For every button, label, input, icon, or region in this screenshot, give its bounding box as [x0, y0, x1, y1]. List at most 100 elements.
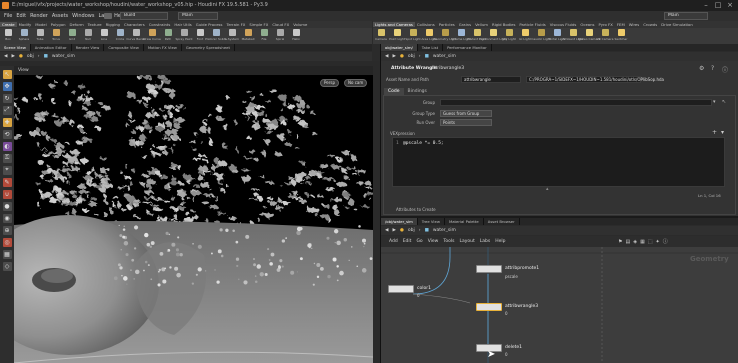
left-pane-tab-1[interactable]: Animation Editor: [31, 44, 72, 51]
home-icon[interactable]: [104, 13, 112, 19]
vex-menu-icon[interactable]: ▾: [721, 129, 724, 136]
paint-icon[interactable]: ●: [2, 201, 12, 211]
path-obj[interactable]: obj: [27, 54, 34, 59]
run-over-menu[interactable]: Points: [440, 119, 492, 126]
net-tool-icon-1[interactable]: ⚑: [618, 239, 622, 245]
left-shelf-tab-1[interactable]: Modify: [17, 22, 34, 27]
left-pane-tab-3[interactable]: Composite View: [104, 44, 144, 51]
minimize-icon[interactable]: –: [700, 1, 712, 10]
net-tool-icon-4[interactable]: ▦: [640, 239, 645, 245]
left-shelf-tab-9[interactable]: Hair Utils: [172, 22, 193, 27]
net-forward-icon[interactable]: ▶: [392, 228, 395, 233]
network-menu-4[interactable]: Tools: [443, 239, 454, 244]
right-shelf-tab-5[interactable]: Rigid Bodies: [490, 22, 517, 27]
network-pane-tab-1[interactable]: Tree View: [418, 218, 445, 225]
left-shelf-tab-6[interactable]: Rigging: [104, 22, 122, 27]
left-shelf-tool-15[interactable]: Metaball: [241, 29, 255, 41]
network-menu-5[interactable]: Layout: [459, 239, 474, 244]
vex-code-editor[interactable]: 1 @pscale *= 0.5;: [392, 137, 725, 187]
context-combo[interactable]: Main: [178, 12, 218, 20]
right-shelf-tab-2[interactable]: Particles: [437, 22, 457, 27]
left-shelf-tab-4[interactable]: Deform: [68, 22, 86, 27]
group-type-menu[interactable]: Guess from Group: [440, 110, 492, 117]
left-shelf-tab-12[interactable]: Simple FX: [247, 22, 270, 27]
close-icon[interactable]: ×: [724, 1, 736, 10]
render-region-icon[interactable]: ◎: [2, 237, 12, 247]
node-attribpromote1[interactable]: [476, 265, 502, 273]
path-water-sim[interactable]: water_sim: [52, 54, 75, 59]
network-menu-3[interactable]: View: [428, 239, 439, 244]
left-shelf-tab-14[interactable]: Volume: [291, 22, 309, 27]
transform-icon[interactable]: ✥: [2, 81, 12, 91]
right-shelf-tool-9[interactable]: GI Light: [518, 29, 532, 41]
right-shelf-tab-8[interactable]: Oceans: [578, 22, 596, 27]
right-desktop-combo[interactable]: Main: [664, 12, 708, 20]
handle-icon[interactable]: ✚: [2, 117, 12, 127]
maximize-icon[interactable]: □: [712, 1, 724, 10]
left-shelf-tab-13[interactable]: Cloud FX: [270, 22, 291, 27]
menu-windows[interactable]: Windows: [72, 13, 94, 19]
network-editor[interactable]: Geometry attribpromote1 pscale color1 0 …: [380, 247, 738, 363]
right-shelf-tab-6[interactable]: Particle Fluids: [517, 22, 547, 27]
lock-icon[interactable]: ⚿: [2, 153, 12, 163]
node-attribwrangle3[interactable]: [476, 303, 502, 311]
param-forward-icon[interactable]: ▶: [392, 54, 395, 59]
left-shelf-tool-2[interactable]: Tube: [33, 29, 47, 41]
right-shelf-tool-4[interactable]: Geometry Light: [433, 29, 457, 41]
left-shelf-tool-16[interactable]: File: [257, 29, 271, 41]
network-menu-2[interactable]: Go: [416, 239, 422, 244]
right-shelf-tool-5[interactable]: Volume Light: [451, 29, 471, 41]
net-path-obj[interactable]: obj: [408, 228, 415, 233]
left-shelf-tool-6[interactable]: Line: [97, 29, 111, 41]
param-path-water-sim[interactable]: water_sim: [433, 54, 456, 59]
left-shelf-tab-0[interactable]: Create: [0, 22, 17, 27]
net-path-water-sim[interactable]: water_sim: [433, 228, 456, 233]
right-shelf-tab-4[interactable]: Vellum: [473, 22, 490, 27]
network-menu-1[interactable]: Edit: [403, 239, 412, 244]
scale-icon[interactable]: ⤢: [2, 105, 12, 115]
network-menu-6[interactable]: Labs: [480, 239, 490, 244]
left-pane-tab-5[interactable]: Geometry Spreadsheet: [182, 44, 235, 51]
sel-modes-icon[interactable]: ▦: [2, 249, 12, 259]
net-tool-icon-5[interactable]: ⬚: [648, 239, 653, 245]
left-shelf-tool-17[interactable]: Spiral: [273, 29, 287, 41]
left-shelf-tool-3[interactable]: Torus: [49, 29, 63, 41]
visibility-icon[interactable]: ◉: [2, 213, 12, 223]
right-shelf-tool-1[interactable]: Point Light: [389, 29, 405, 41]
select-icon[interactable]: ↖: [2, 69, 12, 79]
right-shelf-tab-3[interactable]: Grains: [457, 22, 473, 27]
right-shelf-tab-7[interactable]: Viscous Fluids: [548, 22, 579, 27]
pose-icon[interactable]: ⟲: [2, 129, 12, 139]
menu-edit[interactable]: Edit: [16, 13, 26, 19]
gear-icon[interactable]: ⚙: [699, 65, 704, 72]
left-pane-tab-2[interactable]: Render View: [72, 44, 105, 51]
left-shelf-tool-1[interactable]: Sphere: [17, 29, 31, 41]
net-tool-icon-2[interactable]: ▤: [625, 239, 630, 245]
asset-path-field[interactable]: C:/PROGRA~1/SIDEFX~1/HOUDIN~1.581/houdin…: [526, 76, 664, 83]
vertical-divider[interactable]: [380, 44, 381, 363]
right-shelf-tool-2[interactable]: Spot Light: [405, 29, 421, 41]
back-icon[interactable]: ◀: [4, 54, 7, 59]
right-shelf-tab-13[interactable]: Drive Simulation: [659, 22, 695, 27]
brush-icon[interactable]: ✎: [2, 177, 12, 187]
left-shelf-tab-10[interactable]: Guide Process: [194, 22, 225, 27]
scene-viewport[interactable]: Persp No cam: [14, 75, 373, 363]
code-text[interactable]: @pscale *= 0.5;: [403, 141, 444, 146]
network-pane-tab-0[interactable]: /obj/water_sim: [381, 218, 418, 225]
right-shelf-tool-10[interactable]: Caustic Light: [531, 29, 551, 41]
net-tool-icon-6[interactable]: ✦: [656, 239, 660, 245]
right-shelf-tool-13[interactable]: Stereo Camera: [578, 29, 600, 41]
left-shelf-tool-9[interactable]: Draw Curve: [143, 29, 161, 41]
group-select-icon[interactable]: ↖: [722, 99, 726, 105]
net-tool-icon-7[interactable]: ⓘ: [663, 238, 668, 245]
network-menu-7[interactable]: Help: [495, 239, 505, 244]
horizontal-divider[interactable]: [381, 216, 738, 218]
left-shelf-tool-13[interactable]: Platonic Solids: [205, 29, 227, 41]
left-shelf-tab-8[interactable]: Constraints: [147, 22, 173, 27]
node-color1[interactable]: [388, 285, 414, 293]
network-menu-0[interactable]: Add: [389, 239, 398, 244]
left-pane-tab-4[interactable]: Motion FX View: [144, 44, 182, 51]
net-back-icon[interactable]: ◀: [385, 228, 388, 233]
right-shelf-tab-12[interactable]: Crowds: [641, 22, 659, 27]
right-shelf-tab-0[interactable]: Lights and Cameras: [373, 22, 415, 27]
